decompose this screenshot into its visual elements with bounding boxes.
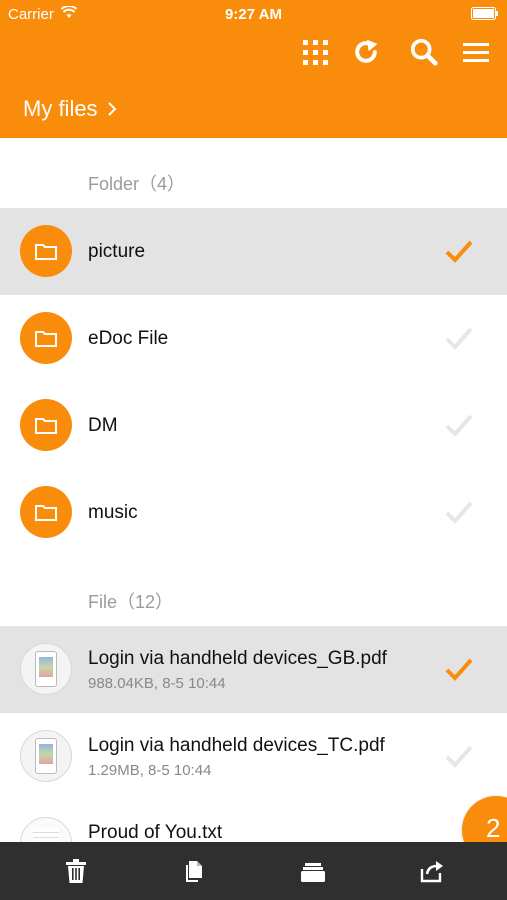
file-meta: 1.29MB, 8-5 10:44 — [88, 762, 212, 779]
folder-icon — [20, 225, 72, 277]
trash-icon[interactable] — [63, 858, 89, 884]
folder-name: DM — [88, 415, 118, 436]
checkmark-icon[interactable] — [444, 743, 474, 769]
file-name: Login via handheld devices_GB.pdf — [88, 648, 387, 669]
checkmark-icon[interactable] — [444, 499, 474, 525]
file-section-header: File（12） — [88, 592, 174, 612]
folder-name: music — [88, 502, 138, 523]
checkmark-icon[interactable] — [444, 412, 474, 438]
battery-icon — [471, 7, 498, 20]
folder-row[interactable]: music — [0, 469, 507, 556]
pdf-thumbnail — [20, 643, 72, 695]
folder-icon — [20, 312, 72, 364]
refresh-icon[interactable] — [351, 36, 381, 68]
search-icon[interactable] — [409, 36, 439, 68]
file-meta: 988.04KB, 8-5 10:44 — [88, 675, 226, 692]
breadcrumb[interactable]: My files — [23, 96, 117, 122]
folder-row[interactable]: DM — [0, 382, 507, 469]
checkmark-icon[interactable] — [444, 238, 474, 264]
file-name: Login via handheld devices_TC.pdf — [88, 735, 385, 756]
folder-icon — [20, 399, 72, 451]
txt-thumbnail — [20, 817, 72, 842]
share-icon[interactable] — [419, 858, 445, 884]
file-list: Folder（4） picture eDoc File DM music Fil… — [0, 138, 507, 842]
status-bar: Carrier 9:27 AM — [0, 0, 507, 28]
checkmark-icon[interactable] — [444, 325, 474, 351]
chevron-right-icon — [107, 102, 116, 116]
folder-section-header: Folder（4） — [88, 174, 186, 194]
folder-name: eDoc File — [88, 328, 169, 349]
file-name: Proud of You.txt — [88, 822, 223, 842]
copy-icon[interactable] — [182, 858, 208, 884]
file-row[interactable]: Login via handheld devices_GB.pdf 988.04… — [0, 626, 507, 713]
pdf-thumbnail — [20, 730, 72, 782]
file-row[interactable]: Proud of You.txt — [0, 800, 507, 842]
file-row[interactable]: Login via handheld devices_TC.pdf 1.29MB… — [0, 713, 507, 800]
checkmark-icon[interactable] — [444, 656, 474, 682]
grid-icon[interactable] — [301, 36, 331, 68]
breadcrumb-label: My files — [23, 96, 98, 121]
folder-row[interactable]: picture — [0, 208, 507, 295]
app-header: Carrier 9:27 AM My files — [0, 0, 507, 138]
folder-row[interactable]: eDoc File — [0, 295, 507, 382]
menu-icon[interactable] — [461, 36, 491, 68]
folder-move-icon[interactable] — [300, 858, 326, 884]
clock: 9:27 AM — [225, 6, 282, 23]
bottom-toolbar — [0, 842, 507, 900]
folder-icon — [20, 486, 72, 538]
folder-name: picture — [88, 241, 146, 262]
